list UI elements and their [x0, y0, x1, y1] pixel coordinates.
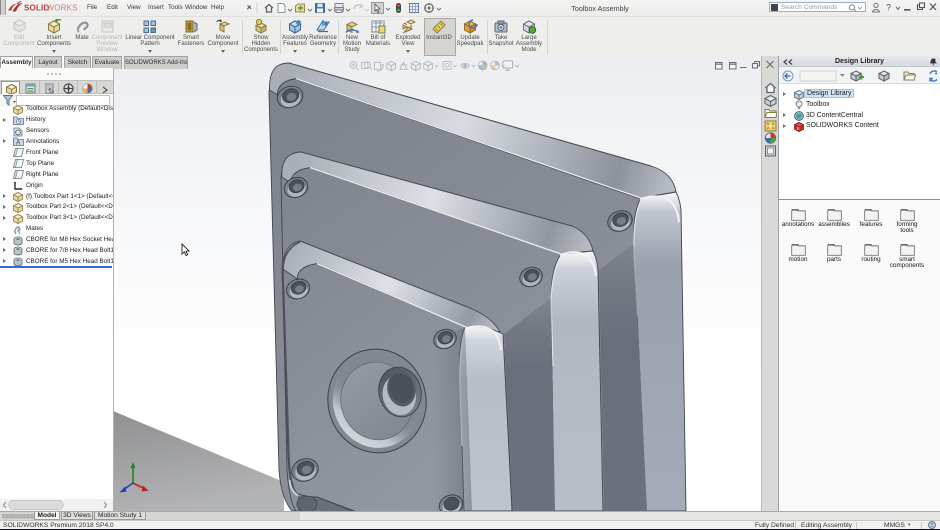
svg-text:WORKS: WORKS: [47, 4, 78, 13]
svg-text:S: S: [797, 126, 800, 131]
svg-text:?: ?: [886, 3, 891, 13]
svg-text:A: A: [16, 140, 21, 146]
